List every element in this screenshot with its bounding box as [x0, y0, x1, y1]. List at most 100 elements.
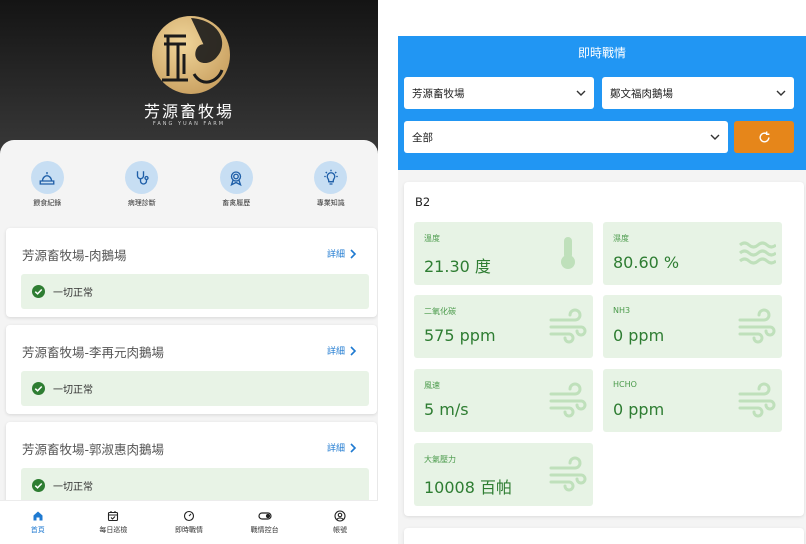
quick-actions: 餵食紀錄 病理診斷 畜禽履歷 專業知識: [0, 140, 378, 224]
quick-action-label: 餵食紀錄: [33, 199, 62, 207]
page-title: 即時戰情: [577, 46, 626, 60]
house-select-value: 鄭文福肉鵝場: [610, 87, 673, 100]
farm-name: 芳源畜牧場-肉鵝場: [22, 248, 127, 263]
wind-icon: [738, 382, 776, 418]
farm-status-text: 一切正常: [53, 482, 93, 493]
app-screens: 芳源畜牧場 FANG YUAN FARM 餵食紀錄 病理診斷 畜禽履歷 專業知識…: [0, 0, 806, 544]
farm-card[interactable]: 芳源畜牧場-肉鵝場 詳細 一切正常: [6, 228, 377, 317]
farm-name: 芳源畜牧場-郭淑惠肉鵝場: [22, 442, 165, 457]
refresh-icon: [759, 131, 770, 142]
farm-status: 一切正常: [21, 274, 369, 309]
calendar-check-icon: [108, 511, 119, 522]
check-circle-icon: [32, 285, 45, 298]
sensor-label: NH3: [613, 306, 631, 315]
sensor-value: 10008 百帕: [424, 478, 512, 497]
farm-status-text: 一切正常: [53, 385, 93, 396]
brand-subtitle: FANG YUAN FARM: [152, 121, 226, 127]
chevron-down-icon: [710, 134, 720, 140]
sensor-label: 溫度: [424, 234, 440, 243]
area-select[interactable]: 全部: [404, 121, 728, 153]
nav-home[interactable]: 首頁: [0, 501, 76, 544]
sensor-group-title: B2: [415, 195, 431, 209]
toggle-icon: [257, 512, 272, 520]
sensor-value: 80.60 %: [613, 253, 680, 272]
farm-detail-link[interactable]: 詳細: [327, 344, 357, 357]
wind-icon: [549, 308, 587, 344]
thermometer-icon: [561, 237, 575, 269]
sensor-group-card-next: [404, 528, 804, 544]
sensor-tile-temperature: 溫度 21.30 度: [414, 222, 593, 285]
chevron-right-icon: [350, 345, 357, 356]
farm-status: 一切正常: [21, 371, 369, 406]
refresh-button[interactable]: [734, 121, 794, 153]
farm-select-value: 芳源畜牧場: [412, 87, 465, 100]
home-icon: [33, 511, 43, 521]
farm-status: 一切正常: [21, 468, 369, 503]
chevron-right-icon: [350, 442, 357, 453]
nav-daily-inspection[interactable]: 每日巡檢: [76, 501, 152, 544]
wind-icon: [549, 456, 587, 492]
certificate-icon: [219, 161, 253, 194]
sensor-tile-hcho: HCHO 0 ppm: [603, 369, 782, 432]
brand-name: 芳源畜牧場: [143, 102, 234, 121]
sensor-tile-nh3: NH3 0 ppm: [603, 295, 782, 358]
quick-action-label: 畜禽履歷: [222, 199, 251, 207]
fang-yuan-logo-icon: [152, 16, 230, 94]
farm-detail-link[interactable]: 詳細: [327, 247, 357, 260]
sensor-value: 575 ppm: [424, 326, 496, 345]
realtime-screen: 即時戰情 芳源畜牧場 鄭文福肉鵝場 全部 B2 溫度 21.30 度 濕度 80…: [398, 36, 806, 544]
sensor-value: 0 ppm: [613, 326, 665, 345]
account-icon: [334, 510, 346, 522]
nav-realtime[interactable]: 即時戰情: [151, 501, 227, 544]
wind-icon: [738, 308, 776, 344]
bottom-nav: 首頁 每日巡檢 即時戰情 戰情控台 帳號: [0, 500, 378, 544]
sensor-tile-co2: 二氧化碳 575 ppm: [414, 295, 593, 358]
quick-action-feeding[interactable]: 餵食紀錄: [0, 140, 95, 224]
wind-icon: [549, 382, 587, 418]
farm-card[interactable]: 芳源畜牧場-李再元肉鵝場 詳細 一切正常: [6, 325, 377, 414]
quick-action-diagnosis[interactable]: 病理診斷: [95, 140, 190, 224]
farm-select[interactable]: 芳源畜牧場: [404, 77, 594, 109]
sensor-value: 21.30 度: [424, 257, 491, 276]
house-select[interactable]: 鄭文福肉鵝場: [602, 77, 794, 109]
farm-detail-label: 詳細: [326, 347, 345, 357]
farm-status-text: 一切正常: [53, 288, 93, 299]
chevron-right-icon: [350, 248, 357, 259]
farm-name: 芳源畜牧場-李再元肉鵝場: [22, 345, 165, 360]
gauge-icon: [183, 510, 195, 522]
nav-control[interactable]: 戰情控台: [227, 501, 303, 544]
sensor-value: 5 m/s: [424, 400, 469, 419]
area-select-value: 全部: [412, 131, 433, 144]
home-screen: 芳源畜牧場 FANG YUAN FARM 餵食紀錄 病理診斷 畜禽履歷 專業知識…: [0, 0, 378, 544]
sensor-label: 風速: [424, 381, 440, 390]
nav-label: 帳號: [333, 526, 348, 534]
lightbulb-icon: [314, 161, 348, 194]
nav-label: 每日巡檢: [99, 526, 128, 534]
chevron-down-icon: [576, 90, 586, 96]
quick-action-records[interactable]: 畜禽履歷: [189, 140, 284, 224]
farm-detail-label: 詳細: [326, 250, 345, 260]
nav-account[interactable]: 帳號: [302, 501, 378, 544]
farm-detail-label: 詳細: [326, 444, 345, 454]
nav-label: 即時戰情: [174, 526, 203, 534]
brand-header: 芳源畜牧場 FANG YUAN FARM: [0, 0, 378, 160]
realtime-header: 即時戰情 芳源畜牧場 鄭文福肉鵝場 全部: [398, 36, 806, 170]
quick-action-label: 專業知識: [316, 199, 345, 207]
humidity-waves-icon: [739, 241, 776, 265]
sensor-value: 0 ppm: [613, 400, 665, 419]
nav-label: 戰情控台: [250, 526, 279, 534]
chevron-down-icon: [776, 90, 786, 96]
sensor-tile-wind-speed: 風速 5 m/s: [414, 369, 593, 432]
feeding-icon: [30, 161, 64, 194]
check-circle-icon: [32, 382, 45, 395]
sensor-tile-humidity: 濕度 80.60 %: [603, 222, 782, 285]
home-content: 餵食紀錄 病理診斷 畜禽履歷 專業知識 芳源畜牧場-肉鵝場 詳細 一切正常 芳源…: [0, 140, 378, 511]
sensor-label: 二氧化碳: [424, 307, 456, 316]
sensor-label: 濕度: [613, 234, 629, 243]
quick-action-knowledge[interactable]: 專業知識: [284, 140, 379, 224]
farm-card[interactable]: 芳源畜牧場-郭淑惠肉鵝場 詳細 一切正常: [6, 422, 377, 511]
check-circle-icon: [32, 479, 45, 492]
quick-action-label: 病理診斷: [127, 199, 156, 207]
farm-detail-link[interactable]: 詳細: [327, 441, 357, 454]
sensor-label: 大氣壓力: [424, 455, 456, 464]
